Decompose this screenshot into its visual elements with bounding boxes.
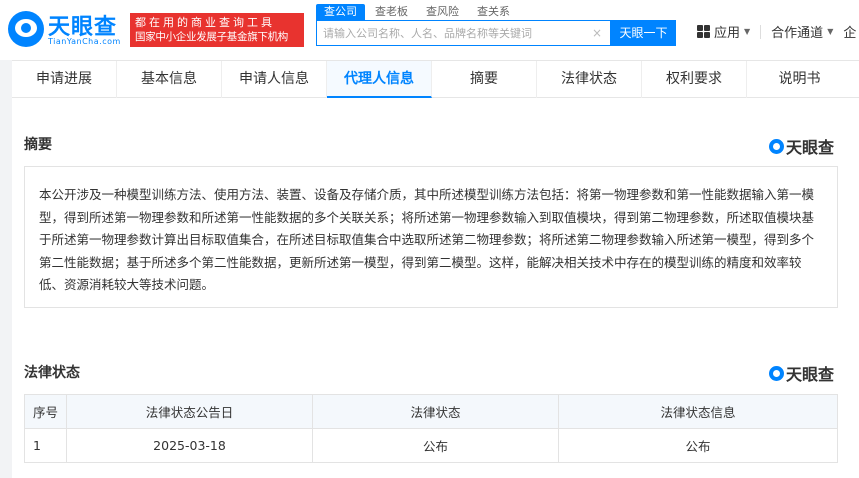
main-content: 摘要 天眼查 本公开涉及一种模型训练方法、使用方法、装置、设备及存储介质，其中所… [12, 98, 859, 478]
tab-description[interactable]: 说明书 [747, 61, 852, 98]
column-header-status: 法律状态 [312, 394, 559, 429]
eye-logo-icon [769, 138, 784, 154]
tab-agent-info[interactable]: 代理人信息 [327, 61, 432, 98]
slogan-line-1: 都在用的商业查询工具 [135, 16, 275, 29]
top-nav: 应用 ▼ 合作通道 ▼ 企 [697, 22, 859, 41]
cooperation-menu[interactable]: 合作通道 ▼ [771, 22, 833, 41]
abstract-brand-watermark: 天眼查 [769, 134, 834, 158]
search-input[interactable] [323, 21, 593, 45]
search-tab-company[interactable]: 查公司 [316, 4, 365, 20]
apps-menu[interactable]: 应用 ▼ [697, 22, 750, 41]
table-header-row: 序号 法律状态公告日 法律状态 法律状态信息 [24, 394, 838, 429]
top-header: 天眼查 TianYanCha.com 都在用的商业查询工具 国家中小企业发展子基… [0, 0, 859, 60]
legal-status-table: 序号 法律状态公告日 法律状态 法律状态信息 1 2025-03-18 公布 公… [24, 394, 838, 463]
logo-subtitle: TianYanCha.com [48, 37, 121, 46]
tab-application-progress[interactable]: 申请进展 [12, 61, 117, 98]
search-tab-relation[interactable]: 查关系 [469, 4, 518, 20]
cell-index: 1 [24, 428, 67, 463]
tab-legal-status[interactable]: 法律状态 [537, 61, 642, 98]
tab-basic-info[interactable]: 基本信息 [117, 61, 222, 98]
enterprise-label: 企 [843, 26, 857, 41]
search-tab-risk[interactable]: 查风险 [418, 4, 467, 20]
enterprise-menu[interactable]: 企 [843, 22, 856, 41]
chevron-down-icon: ▼ [744, 27, 751, 36]
search-button[interactable]: 天眼一下 [611, 20, 676, 46]
legal-status-brand-watermark: 天眼查 [769, 361, 834, 385]
tianyancha-logo[interactable]: 天眼查 TianYanCha.com [8, 9, 126, 49]
patent-section-tabs: 申请进展 基本信息 申请人信息 代理人信息 摘要 法律状态 权利要求 说明书 [12, 60, 859, 98]
abstract-text: 本公开涉及一种模型训练方法、使用方法、装置、设备及存储介质，其中所述模型训练方法… [24, 166, 838, 308]
brand-label: 天眼查 [786, 365, 835, 384]
tab-claims[interactable]: 权利要求 [642, 61, 747, 98]
column-header-date: 法律状态公告日 [66, 394, 313, 429]
slogan-banner: 都在用的商业查询工具 国家中小企业发展子基金旗下机构 [130, 13, 304, 47]
eye-logo-icon [8, 11, 44, 47]
cell-date: 2025-03-18 [66, 428, 313, 463]
legal-status-title: 法律状态 [24, 365, 80, 381]
table-row: 1 2025-03-18 公布 公布 [24, 428, 838, 463]
search-type-tabs: 查公司 查老板 查风险 查关系 [316, 4, 520, 20]
cell-status: 公布 [312, 428, 559, 463]
brand-label: 天眼查 [786, 138, 835, 157]
column-header-status-info: 法律状态信息 [558, 394, 838, 429]
clear-icon[interactable]: × [592, 26, 602, 40]
cooperation-label: 合作通道 [771, 26, 824, 41]
search-tab-boss[interactable]: 查老板 [367, 4, 416, 20]
apps-grid-icon [697, 25, 710, 38]
abstract-title: 摘要 [24, 137, 52, 153]
eye-logo-icon [769, 365, 784, 381]
chevron-down-icon: ▼ [827, 27, 834, 36]
apps-label: 应用 [714, 26, 741, 41]
search-box: × [316, 20, 611, 46]
nav-divider [760, 24, 762, 39]
tab-applicant-info[interactable]: 申请人信息 [222, 61, 327, 98]
tab-abstract[interactable]: 摘要 [432, 61, 537, 98]
cell-status-info: 公布 [558, 428, 838, 463]
column-header-index: 序号 [24, 394, 67, 429]
slogan-line-2: 国家中小企业发展子基金旗下机构 [135, 31, 288, 43]
